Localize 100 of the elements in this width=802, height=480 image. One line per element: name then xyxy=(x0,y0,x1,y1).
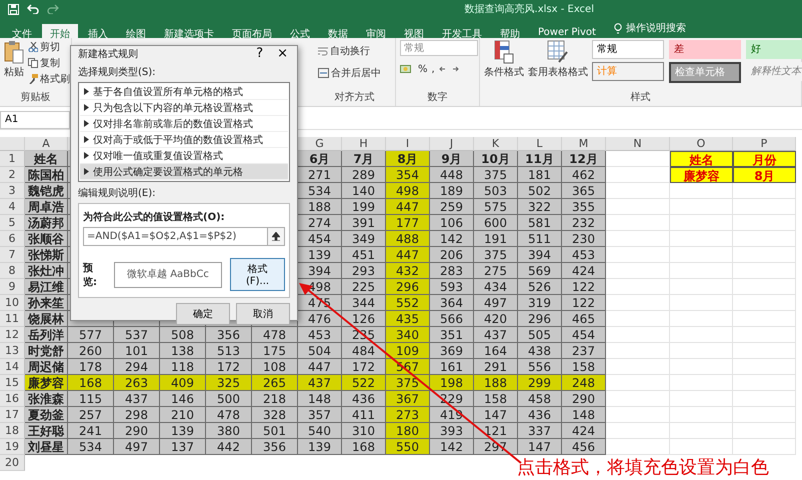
ribbon-tab[interactable]: 插入 xyxy=(80,24,116,38)
comma-button[interactable]: , xyxy=(432,64,435,75)
ribbon-tab[interactable]: 开始 xyxy=(42,24,78,38)
close-button[interactable]: × xyxy=(275,46,290,61)
empty-cell[interactable] xyxy=(733,263,796,279)
ribbon-tab[interactable]: 开发工具 xyxy=(434,24,490,38)
column-header[interactable]: H xyxy=(342,137,386,151)
row-header[interactable]: 12 xyxy=(0,327,25,343)
empty-cell[interactable] xyxy=(733,343,796,359)
row-header[interactable]: 7 xyxy=(0,247,25,263)
select-all-corner[interactable] xyxy=(0,137,25,151)
cell-style-swatch[interactable]: 好 xyxy=(746,40,802,59)
empty-cell[interactable] xyxy=(733,215,796,231)
redo-icon[interactable] xyxy=(47,4,59,14)
ribbon-tab[interactable]: 新建选项卡 xyxy=(156,24,222,38)
copy-button[interactable]: 复制 xyxy=(28,56,70,70)
number-format-dropdown[interactable]: 常规 xyxy=(400,40,478,56)
empty-cell[interactable] xyxy=(670,231,733,247)
cut-button[interactable]: 剪切 xyxy=(28,40,70,54)
empty-cell[interactable] xyxy=(670,199,733,215)
cell-style-swatch[interactable]: 常规 xyxy=(592,40,664,59)
undo-icon[interactable] xyxy=(27,4,39,14)
row-header[interactable]: 14 xyxy=(0,359,25,375)
save-icon[interactable] xyxy=(8,4,19,14)
empty-cell[interactable] xyxy=(670,391,733,407)
column-header[interactable]: G xyxy=(298,137,342,151)
list-item[interactable]: 使用公式确定要设置格式的单元格 xyxy=(80,164,288,180)
row-header[interactable]: 5 xyxy=(0,215,25,231)
list-item[interactable]: 基于各自值设置所有单元格的格式 xyxy=(80,84,288,100)
empty-cell[interactable] xyxy=(670,359,733,375)
tell-me-search[interactable]: 操作说明搜索 xyxy=(606,18,694,38)
ribbon-tab[interactable]: 页面布局 xyxy=(224,24,280,38)
empty-cell[interactable] xyxy=(733,391,796,407)
empty-cell[interactable] xyxy=(733,311,796,327)
empty-cell[interactable] xyxy=(670,279,733,295)
empty-cell[interactable] xyxy=(670,423,733,439)
empty-cell[interactable] xyxy=(670,183,733,199)
column-header[interactable]: I xyxy=(386,137,430,151)
empty-cell[interactable] xyxy=(670,215,733,231)
row-header[interactable]: 13 xyxy=(0,343,25,359)
wrap-text-button[interactable]: 自动换行 xyxy=(318,44,381,58)
currency-icon[interactable] xyxy=(400,64,414,74)
row-header[interactable]: 1 xyxy=(0,151,25,167)
empty-cell[interactable] xyxy=(670,247,733,263)
column-header[interactable]: K xyxy=(474,137,518,151)
ribbon-tab[interactable]: Power Pivot xyxy=(530,24,604,38)
cancel-button[interactable]: 取消 xyxy=(236,303,290,325)
empty-cell[interactable] xyxy=(670,327,733,343)
empty-cell[interactable] xyxy=(733,407,796,423)
ribbon-tab[interactable]: 视图 xyxy=(396,24,432,38)
ribbon-tab[interactable]: 审阅 xyxy=(358,24,394,38)
row-header[interactable]: 16 xyxy=(0,391,25,407)
row-header[interactable]: 18 xyxy=(0,423,25,439)
list-item[interactable]: 仅对高于或低于平均值的数值设置格式 xyxy=(80,132,288,148)
row-header[interactable]: 6 xyxy=(0,231,25,247)
ribbon-tab[interactable]: 公式 xyxy=(282,24,318,38)
ribbon-tab[interactable]: 数据 xyxy=(320,24,356,38)
row-header[interactable]: 9 xyxy=(0,279,25,295)
row-header[interactable]: 19 xyxy=(0,439,25,455)
column-header[interactable]: N xyxy=(606,137,670,151)
merge-center-button[interactable]: 合并后居中 xyxy=(318,66,381,80)
ok-button[interactable]: 确定 xyxy=(176,303,230,325)
empty-cell[interactable] xyxy=(670,375,733,391)
formula-field[interactable]: =AND($A1=$O$2,A$1=$P$2) xyxy=(83,227,285,246)
empty-cell[interactable] xyxy=(670,295,733,311)
empty-cell[interactable] xyxy=(670,263,733,279)
column-header[interactable]: O xyxy=(670,137,733,151)
conditional-formatting-button[interactable]: 条件格式 xyxy=(484,40,524,79)
list-item[interactable]: 仅对排名靠前或靠后的数值设置格式 xyxy=(80,116,288,132)
format-as-table-button[interactable]: 套用表格格式 xyxy=(528,40,588,79)
row-header[interactable]: 11 xyxy=(0,311,25,327)
list-item[interactable]: 只为包含以下内容的单元格设置格式 xyxy=(80,100,288,116)
ribbon-tab[interactable]: 帮助 xyxy=(492,24,528,38)
row-header[interactable]: 2 xyxy=(0,167,25,183)
empty-cell[interactable] xyxy=(670,407,733,423)
empty-cell[interactable] xyxy=(670,311,733,327)
empty-cell[interactable] xyxy=(733,327,796,343)
empty-cell[interactable] xyxy=(733,423,796,439)
name-box[interactable]: A1 xyxy=(0,111,70,129)
row-header[interactable]: 4 xyxy=(0,199,25,215)
empty-cell[interactable] xyxy=(733,231,796,247)
format-painter-button[interactable]: 格式刷 xyxy=(28,72,70,86)
column-header[interactable]: P xyxy=(733,137,796,151)
collapse-button[interactable] xyxy=(267,228,284,245)
cell-style-swatch[interactable]: 差 xyxy=(669,40,741,59)
row-header[interactable]: 20 xyxy=(0,455,25,471)
empty-cell[interactable] xyxy=(733,375,796,391)
paste-button[interactable]: 粘贴 xyxy=(4,40,24,79)
ribbon-tab[interactable]: 绘图 xyxy=(118,24,154,38)
empty-cell[interactable] xyxy=(733,183,796,199)
empty-cell[interactable] xyxy=(733,199,796,215)
format-button[interactable]: 格式(F)... xyxy=(230,258,285,291)
column-header[interactable]: A xyxy=(25,137,68,151)
row-header[interactable]: 10 xyxy=(0,295,25,311)
row-header[interactable]: 15 xyxy=(0,375,25,391)
empty-cell[interactable] xyxy=(670,343,733,359)
empty-cell[interactable] xyxy=(733,359,796,375)
rule-type-list[interactable]: 基于各自值设置所有单元格的格式 只为包含以下内容的单元格设置格式 仅对排名靠前或靠后的数值设置格式 仅对高于或低于平均值的数值设置格式 仅对唯一值或重复值设置格式 使用公式确定要设置格式的单元格 xyxy=(78,82,290,182)
ribbon-tab[interactable]: 文件 xyxy=(4,24,40,38)
empty-cell[interactable] xyxy=(733,247,796,263)
